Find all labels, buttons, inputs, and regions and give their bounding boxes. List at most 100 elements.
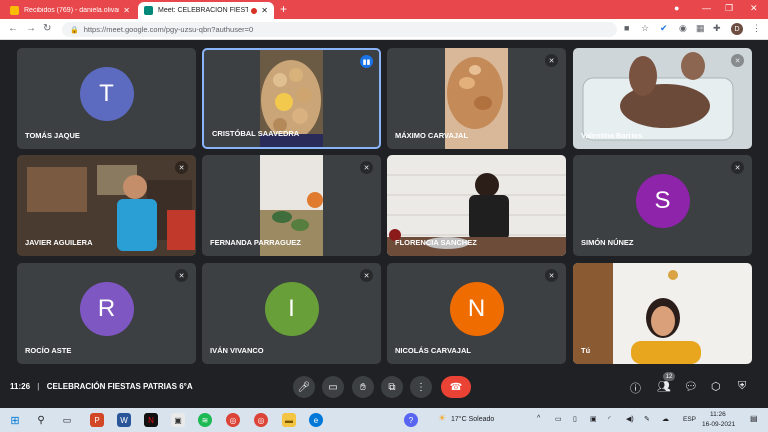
hand-icon: ✋︎ <box>360 381 366 393</box>
netflix-icon[interactable]: N <box>144 413 158 427</box>
more-options-button[interactable]: ⋮ <box>410 376 432 398</box>
raise-hand-button[interactable]: ✋︎ <box>352 376 374 398</box>
participant-name: SIMÓN NÚNEZ <box>581 238 634 247</box>
muted-mic-icon: ✕ <box>731 161 744 174</box>
chrome-icon[interactable]: ◎ <box>226 413 240 427</box>
host-controls-icon[interactable]: ⛨ <box>738 380 746 393</box>
url-field[interactable]: 🔒 https://meet.google.com/pgy-uzsu-qbn?a… <box>62 22 617 37</box>
extension-check-icon[interactable]: ✔ <box>660 23 668 34</box>
tab-search-icon[interactable]: ● <box>674 3 679 13</box>
language-indicator[interactable]: ESP <box>683 416 696 423</box>
gmail-icon <box>10 6 19 15</box>
close-window-button[interactable]: ✕ <box>750 3 758 14</box>
participant-tile[interactable]: S ✕ SIMÓN NÚNEZ <box>573 155 752 256</box>
wifi-icon[interactable]: ◜ <box>608 415 611 423</box>
chrome-icon[interactable]: ◎ <box>254 413 268 427</box>
profile-avatar[interactable]: D <box>731 23 743 35</box>
chevron-up-icon[interactable]: ^ <box>537 415 540 422</box>
participant-name: Valentina Barrios <box>581 131 643 140</box>
tab-title: Recibidos (769) - daniela.olivares@ <box>24 7 119 14</box>
camera-icon[interactable]: ■ <box>624 23 629 33</box>
participant-tile[interactable]: N ✕ NICOLÁS CARVAJAL <box>387 263 566 364</box>
search-icon[interactable]: ⚲ <box>34 413 48 427</box>
volume-icon[interactable]: ◀) <box>626 415 634 423</box>
meet-icon <box>144 6 153 15</box>
participant-name: Tú <box>581 346 591 355</box>
grid-icon[interactable]: ▦ <box>696 23 705 34</box>
file-explorer-icon[interactable]: ▬ <box>282 413 296 427</box>
hangup-icon: ☎︎ <box>449 381 463 393</box>
participant-tile[interactable]: ✕ FERNANDA PARRAGUEZ <box>202 155 381 256</box>
pen-icon[interactable]: ✎ <box>644 415 650 423</box>
windows-taskbar: ⊞ ⚲ ▭ P W N ▣ ≋ ◎ ◎ ▬ e ? ☀ 17°C Soleado… <box>0 408 768 432</box>
present-icon: ⧉ <box>388 381 396 393</box>
edge-icon[interactable]: e <box>309 413 323 427</box>
support-icon[interactable]: ? <box>404 413 418 427</box>
back-icon[interactable]: ← <box>8 23 18 34</box>
muted-mic-icon: ✕ <box>731 54 744 67</box>
participant-tile[interactable]: ✕ MÁXIMO CARVAJAL <box>387 48 566 149</box>
participant-name: FERNANDA PARRAGUEZ <box>210 238 301 247</box>
participant-name: ROCÍO ASTE <box>25 346 72 355</box>
forward-icon[interactable]: → <box>26 23 36 34</box>
meeting-info: 11:26 | CELEBRACIÓN FIESTAS PATRIAS 6°A <box>10 382 193 391</box>
participant-tile[interactable]: ▮▮ CRISTÓBAL SAAVEDRA <box>202 48 381 149</box>
avatar: I <box>264 281 319 336</box>
leave-call-button[interactable]: ☎︎ <box>441 376 471 398</box>
participant-tile[interactable]: ✕ Valentina Barrios <box>573 48 752 149</box>
meeting-time: 11:26 <box>10 382 31 391</box>
participant-tile[interactable]: ✕ JAVIER AGUILERA <box>17 155 196 256</box>
participant-tile-self[interactable]: Tú <box>573 263 752 364</box>
maximize-button[interactable]: ❐ <box>725 3 733 14</box>
clock-date[interactable]: 16-09-2021 <box>702 421 735 428</box>
avatar: N <box>449 281 504 336</box>
reload-icon[interactable]: ↻ <box>43 23 51 34</box>
separator: | <box>37 382 40 391</box>
puzzle-icon[interactable]: ✚ <box>713 23 721 34</box>
activities-icon[interactable]: ⬡ <box>711 380 721 393</box>
close-tab-icon[interactable]: ✕ <box>261 6 268 15</box>
muted-mic-icon: ✕ <box>545 269 558 282</box>
participant-tile[interactable]: I ✕ IVÁN VIVANCO <box>202 263 381 364</box>
tab-gmail[interactable]: Recibidos (769) - daniela.olivares@ ✕ <box>4 2 136 19</box>
participant-name: TOMÁS JAQUE <box>25 131 80 140</box>
spotify-icon[interactable]: ≋ <box>198 413 212 427</box>
close-tab-icon[interactable]: ✕ <box>123 6 130 15</box>
participant-tile[interactable]: T TOMÁS JAQUE <box>17 48 196 149</box>
camera-button[interactable]: ▭ <box>322 376 344 398</box>
powerpoint-icon[interactable]: P <box>90 413 104 427</box>
participant-tile[interactable]: FLORENCIA SANCHEZ <box>387 155 566 256</box>
app-icon[interactable]: ▣ <box>171 413 185 427</box>
chat-icon[interactable]: 💬︎ <box>684 380 698 393</box>
tab-meet[interactable]: Meet: CELEBRACIÓN FIESTAS ✕ <box>138 2 274 19</box>
network-icon[interactable]: ▭ <box>555 415 562 423</box>
menu-icon[interactable]: ⋮ <box>752 23 761 34</box>
participant-tile[interactable]: R ✕ ROCÍO ASTE <box>17 263 196 364</box>
meeting-details-icon[interactable]: ⓘ <box>630 380 641 396</box>
self-video <box>573 263 752 364</box>
address-bar: ← → ↻ 🔒 https://meet.google.com/pgy-uzsu… <box>0 19 768 40</box>
participant-name: MÁXIMO CARVAJAL <box>395 131 469 140</box>
extension-icon[interactable]: ◉ <box>679 23 687 34</box>
present-button[interactable]: ⧉ <box>381 376 403 398</box>
new-tab-button[interactable]: + <box>280 2 287 17</box>
word-icon[interactable]: W <box>117 413 131 427</box>
participant-name: IVÁN VIVANCO <box>210 346 264 355</box>
task-view-icon[interactable]: ▭ <box>60 413 74 427</box>
notification-icon[interactable]: ▣ <box>590 415 597 423</box>
cloud-icon[interactable]: ☁ <box>662 415 669 423</box>
bookmark-star-icon[interactable]: ☆ <box>641 23 649 34</box>
participant-name: NICOLÁS CARVAJAL <box>395 346 471 355</box>
weather-text[interactable]: 17°C Soleado <box>451 416 494 423</box>
speaking-indicator-icon: ▮▮ <box>360 55 373 68</box>
windows-start-icon[interactable]: ⊞ <box>8 413 22 427</box>
battery-icon[interactable]: ▯ <box>573 415 577 423</box>
lock-icon: 🔒 <box>70 26 79 34</box>
people-icon[interactable]: 👥︎ <box>657 380 671 393</box>
clock-time[interactable]: 11:26 <box>710 411 726 418</box>
action-center-icon[interactable]: ▤ <box>750 414 758 423</box>
minimize-button[interactable]: — <box>702 3 711 13</box>
url-text: https://meet.google.com/pgy-uzsu-qbn?aut… <box>83 25 254 34</box>
recording-icon <box>251 7 258 14</box>
microphone-button[interactable]: 🎤︎ <box>293 376 315 398</box>
